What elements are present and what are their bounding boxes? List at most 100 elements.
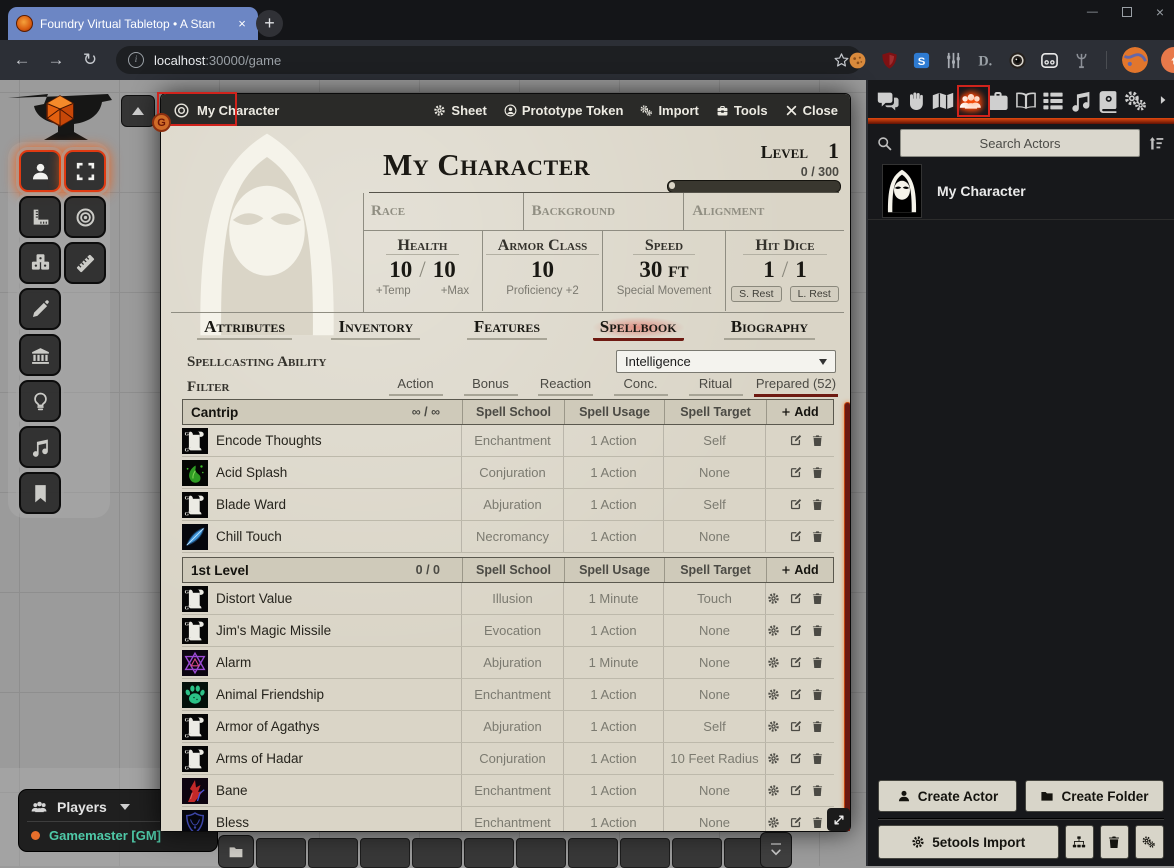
prototype-token-button[interactable]: Prototype Token bbox=[504, 103, 624, 118]
scroll-spell-icon[interactable]: GG bbox=[182, 428, 208, 454]
drawings-tool[interactable] bbox=[19, 288, 61, 330]
shield-spell-icon[interactable] bbox=[182, 810, 208, 832]
edit-spell-icon[interactable] bbox=[789, 720, 802, 733]
oo-box-icon[interactable] bbox=[1040, 51, 1059, 70]
folder-tree-button[interactable] bbox=[1065, 825, 1094, 859]
sidebar-tab-scenes[interactable] bbox=[931, 89, 955, 113]
tab-inventory[interactable]: Inventory bbox=[310, 317, 441, 344]
filter-bonus[interactable]: Bonus bbox=[453, 376, 528, 398]
sidebar-tab-tables[interactable] bbox=[1041, 89, 1065, 113]
delete-spell-icon[interactable] bbox=[811, 592, 824, 605]
macro-slot[interactable] bbox=[256, 838, 306, 868]
close-button[interactable]: Close bbox=[785, 103, 838, 118]
spell-name[interactable]: Bless bbox=[216, 815, 249, 830]
prepare-toggle-icon[interactable] bbox=[767, 688, 780, 701]
health-box[interactable]: Health 10/10 +Temp+Max bbox=[363, 231, 482, 311]
filter-action[interactable]: Action bbox=[378, 376, 453, 398]
create-actor-button[interactable]: Create Actor bbox=[878, 780, 1017, 812]
hexagram-spell-icon[interactable] bbox=[182, 650, 208, 676]
edit-spell-icon[interactable] bbox=[789, 466, 802, 479]
s-badge-icon[interactable]: S bbox=[912, 51, 931, 70]
delete-all-button[interactable] bbox=[1100, 825, 1129, 859]
sliders-icon[interactable] bbox=[944, 51, 963, 70]
section-slots[interactable]: 0 / 0 bbox=[416, 563, 462, 577]
resize-handle[interactable] bbox=[827, 808, 850, 831]
delete-spell-icon[interactable] bbox=[811, 752, 824, 765]
sounds-tool[interactable] bbox=[19, 426, 61, 468]
fork-icon[interactable] bbox=[1072, 51, 1091, 70]
delete-spell-icon[interactable] bbox=[811, 466, 824, 479]
edit-spell-icon[interactable] bbox=[789, 498, 802, 511]
lighting-tool[interactable] bbox=[19, 380, 61, 422]
feather-spell-icon[interactable] bbox=[182, 524, 208, 550]
background-field[interactable]: Background bbox=[523, 193, 684, 230]
window-close-button[interactable]: × bbox=[1156, 7, 1164, 18]
delete-spell-icon[interactable] bbox=[811, 816, 824, 829]
back-button[interactable]: ← bbox=[10, 50, 34, 70]
actor-list-item[interactable]: My Character bbox=[868, 162, 1174, 220]
spell-row[interactable]: BaneEnchantment1 ActionNone bbox=[182, 775, 834, 807]
alignment-field[interactable]: Alignment bbox=[683, 193, 844, 230]
select-tool[interactable] bbox=[64, 150, 106, 192]
health-value[interactable]: 10/10 bbox=[389, 257, 455, 283]
5etools-import-button[interactable]: 5etools Import bbox=[878, 825, 1059, 859]
spell-row[interactable]: GGBlade WardAbjuration1 ActionSelf bbox=[182, 489, 834, 521]
tools-button[interactable]: Tools bbox=[716, 103, 768, 118]
edit-spell-icon[interactable] bbox=[789, 530, 802, 543]
filter-conc[interactable]: Conc. bbox=[603, 376, 678, 398]
dice-tool[interactable] bbox=[19, 242, 61, 284]
macro-slot[interactable] bbox=[360, 838, 410, 868]
address-bar[interactable]: i localhost:30000/game bbox=[116, 46, 862, 74]
scroll-spell-icon[interactable]: GG bbox=[182, 746, 208, 772]
section-slots[interactable]: ∞ / ∞ bbox=[412, 405, 462, 419]
target-tool[interactable] bbox=[64, 196, 106, 238]
delete-spell-icon[interactable] bbox=[811, 656, 824, 669]
scroll-spell-icon[interactable]: GG bbox=[182, 492, 208, 518]
window-minimize-button[interactable]: — bbox=[1087, 7, 1098, 18]
window-maximize-button[interactable] bbox=[1122, 7, 1132, 17]
sheet-button[interactable]: Sheet bbox=[433, 103, 486, 118]
profile-avatar[interactable] bbox=[1122, 47, 1148, 73]
sidebar-tab-chat[interactable] bbox=[876, 89, 900, 113]
filter-reaction[interactable]: Reaction bbox=[528, 376, 603, 398]
tab-attributes[interactable]: Attributes bbox=[179, 317, 310, 344]
scroll-spell-icon[interactable]: GG bbox=[182, 618, 208, 644]
prepare-toggle-icon[interactable] bbox=[767, 816, 780, 829]
spell-row[interactable]: GGEncode ThoughtsEnchantment1 ActionSelf bbox=[182, 425, 834, 457]
spell-name[interactable]: Acid Splash bbox=[216, 465, 287, 480]
create-folder-button[interactable]: Create Folder bbox=[1025, 780, 1164, 812]
edit-spell-icon[interactable] bbox=[789, 816, 802, 829]
cookie-icon[interactable] bbox=[848, 51, 867, 70]
controls-collapse-button[interactable] bbox=[121, 95, 155, 127]
sort-collapse-icon[interactable] bbox=[1148, 135, 1165, 152]
acid-spell-icon[interactable] bbox=[182, 460, 208, 486]
ruler-tool[interactable] bbox=[64, 242, 106, 284]
prepare-toggle-icon[interactable] bbox=[767, 784, 780, 797]
macro-slot[interactable] bbox=[412, 838, 462, 868]
new-tab-button[interactable]: + bbox=[256, 10, 283, 37]
macro-folder-button[interactable] bbox=[218, 835, 254, 868]
scroll-spell-icon[interactable]: GG bbox=[182, 714, 208, 740]
sidebar-tab-settings[interactable] bbox=[1124, 89, 1148, 113]
update-button[interactable] bbox=[1161, 47, 1174, 73]
prepare-toggle-icon[interactable] bbox=[767, 624, 780, 637]
spell-row[interactable]: Chill TouchNecromancy1 ActionNone bbox=[182, 521, 834, 553]
health-subtext[interactable]: +Temp+Max bbox=[376, 285, 469, 297]
delete-spell-icon[interactable] bbox=[811, 784, 824, 797]
delete-spell-icon[interactable] bbox=[811, 624, 824, 637]
edit-spell-icon[interactable] bbox=[789, 592, 802, 605]
token-tool[interactable] bbox=[19, 150, 61, 192]
prepare-toggle-icon[interactable] bbox=[767, 720, 780, 733]
sidebar-tab-journal[interactable] bbox=[1014, 89, 1038, 113]
short-rest-button[interactable]: S. Rest bbox=[731, 286, 781, 302]
search-input[interactable] bbox=[900, 129, 1140, 157]
sidebar-collapse-icon[interactable] bbox=[1157, 93, 1169, 107]
scrollbar[interactable] bbox=[844, 402, 850, 831]
prepare-toggle-icon[interactable] bbox=[767, 656, 780, 669]
edit-spell-icon[interactable] bbox=[789, 688, 802, 701]
spell-row[interactable]: Animal FriendshipEnchantment1 ActionNone bbox=[182, 679, 834, 711]
spell-row[interactable]: GGArms of HadarConjuration1 Action10 Fee… bbox=[182, 743, 834, 775]
tab-biography[interactable]: Biography bbox=[704, 317, 835, 344]
character-name[interactable]: My Character bbox=[383, 144, 683, 186]
sidebar-tab-combat[interactable] bbox=[904, 89, 928, 113]
